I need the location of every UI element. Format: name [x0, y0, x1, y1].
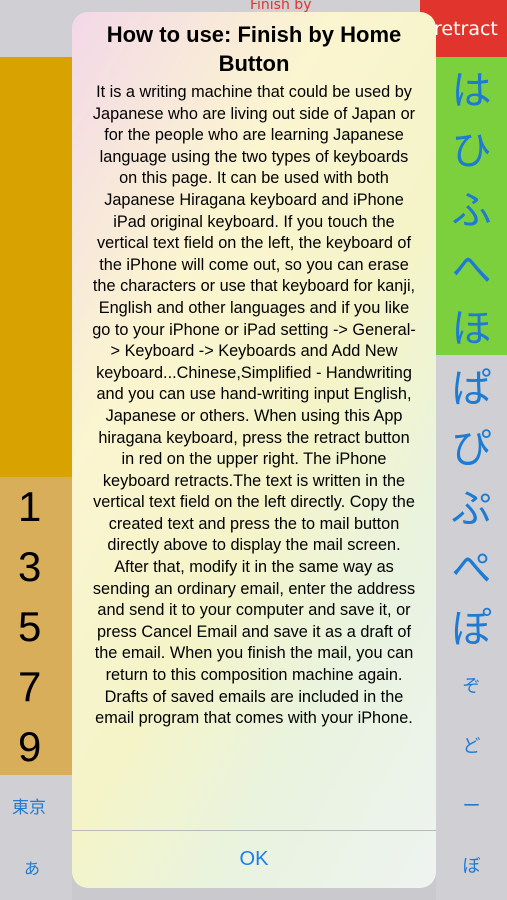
vertical-text-field[interactable] — [0, 57, 72, 477]
dialog-body-text: It is a writing machine that could be us… — [92, 83, 416, 728]
ok-button[interactable]: OK — [72, 831, 436, 888]
hiragana-key-pi[interactable]: ぴ — [436, 415, 507, 475]
hiragana-key-bo[interactable]: ぼ — [436, 835, 507, 895]
number-key-9[interactable]: 9 — [0, 717, 72, 777]
hiragana-key-fu[interactable]: ふ — [436, 177, 507, 237]
how-to-use-dialog: How to use: Finish by Home Button It is … — [72, 12, 436, 888]
hiragana-key-do[interactable]: ど — [436, 715, 507, 775]
dialog-title: How to use: Finish by Home Button — [106, 22, 402, 76]
number-key-5[interactable]: 5 — [0, 597, 72, 657]
hiragana-key-ha[interactable]: は — [436, 57, 507, 117]
hiragana-key-pe[interactable]: ぺ — [436, 535, 507, 595]
number-key-7[interactable]: 7 — [0, 657, 72, 717]
hiragana-keys-green: は ひ ふ へ ほ — [436, 57, 507, 355]
number-key-1[interactable]: 1 — [0, 477, 72, 537]
number-keys: 1 3 5 7 9 — [0, 477, 72, 775]
hiragana-key-pu[interactable]: ぷ — [436, 475, 507, 535]
hiragana-key-zo[interactable]: ぞ — [436, 655, 507, 715]
hiragana-a-key[interactable]: あ — [24, 855, 40, 879]
hiragana-key-po[interactable]: ぽ — [436, 595, 507, 655]
long-vowel-key[interactable]: ー — [436, 775, 507, 835]
number-key-3[interactable]: 3 — [0, 537, 72, 597]
hiragana-key-ho[interactable]: ほ — [436, 295, 507, 355]
tokyo-key[interactable]: 東京 — [12, 793, 46, 818]
hiragana-key-pa[interactable]: ぱ — [436, 355, 507, 415]
hiragana-key-he[interactable]: へ — [436, 237, 507, 295]
dialog-body-scroll[interactable]: It is a writing machine that could be us… — [72, 82, 436, 830]
hiragana-keys-gray: ぱ ぴ ぷ ぺ ぽ ぞ ど ー ぼ — [436, 355, 507, 900]
hiragana-key-hi[interactable]: ひ — [436, 117, 507, 177]
